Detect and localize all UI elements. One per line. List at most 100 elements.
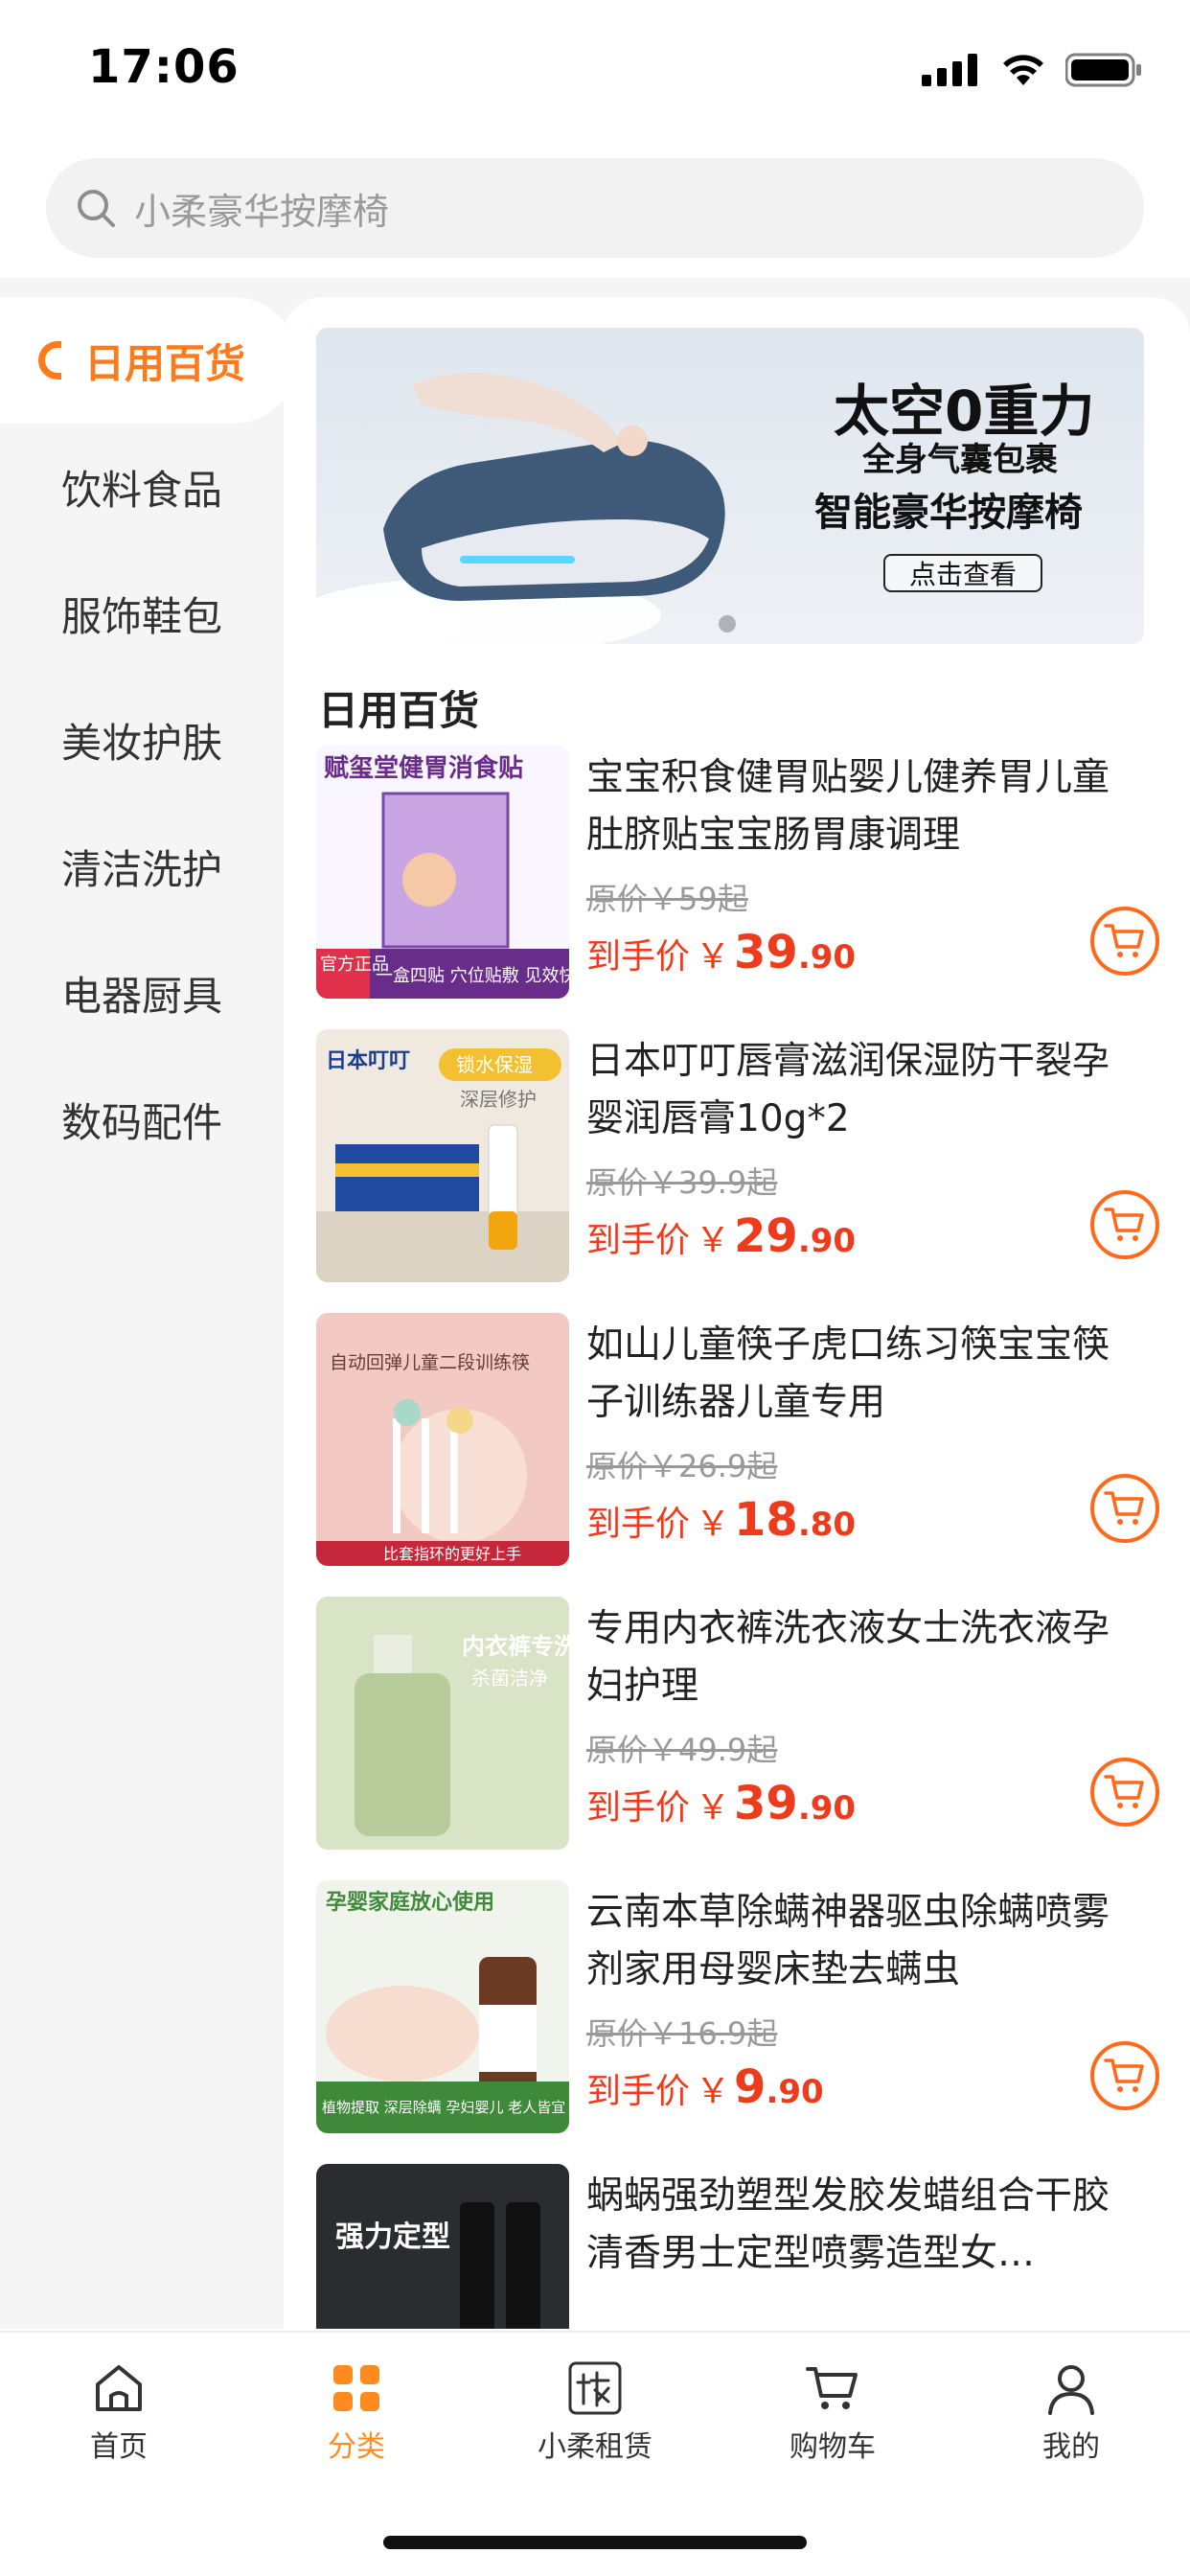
price-label: 到手价	[586, 1788, 691, 1828]
app-screen: 17:06 小柔豪华按摩椅 日用百货 饮料食品 服饰鞋包 美妆护肤 清洁洗护 电…	[0, 0, 1190, 2576]
category-sidebar: 日用百货 饮料食品 服饰鞋包 美妆护肤 清洁洗护 电器厨具 数码配件	[0, 297, 297, 2329]
sidebar-item-label: 美妆护肤	[60, 719, 222, 767]
battery-icon	[1065, 53, 1141, 87]
home-icon	[96, 2365, 142, 2411]
product-image: 日本叮叮 锁水保湿 深层修护	[316, 1029, 569, 1282]
product-item[interactable]: 孕婴家庭放心使用 植物提取 深层除螨 孕妇婴儿 老人皆宜 云南本草除螨神器驱虫除…	[316, 1880, 1159, 2135]
price-decimal: .90	[797, 938, 857, 977]
sidebar-item-food-drinks[interactable]: 饮料食品	[0, 424, 284, 550]
product-item[interactable]: 强力定型 蜗蜗强劲塑型发胶发蜡组合干胶清香男士定型喷雾造型女…	[316, 2164, 1159, 2329]
thumb-brand-text: 赋玺堂健胃消食贴	[324, 753, 523, 783]
cart-icon	[806, 2367, 858, 2409]
price-integer: 39	[734, 926, 798, 979]
product-image: 孕婴家庭放心使用 植物提取 深层除螨 孕妇婴儿 老人皆宜	[316, 1880, 569, 2133]
product-item[interactable]: 赋玺堂健胃消食贴 官方正品 一盒四贴 穴位贴敷 见效快 宝宝积食健胃贴婴儿健养胃…	[316, 746, 1159, 1000]
product-image-art: 孕婴家庭放心使用 植物提取 深层除螨 孕妇婴儿 老人皆宜	[316, 1880, 569, 2133]
category-main-panel: 太空0重力 全身气囊包裹 智能豪华按摩椅 点击查看 日用百货 赋玺堂健胃消食贴	[284, 297, 1190, 2329]
price-decimal: .90	[766, 2073, 824, 2111]
sidebar-item-digital[interactable]: 数码配件	[0, 1056, 284, 1183]
original-price: 原价￥39.9起	[586, 1164, 778, 1201]
banner-cta-button[interactable]: 点击查看	[883, 554, 1042, 592]
add-to-cart-button[interactable]	[1090, 2041, 1159, 2110]
final-price: 到手价 ￥ 29 .90	[586, 1209, 856, 1263]
massage-chair-image	[316, 373, 725, 644]
rental-icon	[568, 2361, 622, 2415]
price-label: 到手价	[586, 937, 691, 977]
thumb-sub-text: 一盒四贴 穴位贴敷 见效快	[376, 966, 569, 986]
currency-symbol: ￥	[696, 2072, 731, 2111]
price-integer: 29	[734, 1209, 798, 1263]
status-time: 17:06	[88, 40, 240, 94]
promo-banner[interactable]: 太空0重力 全身气囊包裹 智能豪华按摩椅 点击查看	[316, 328, 1144, 644]
sidebar-item-apparel[interactable]: 服饰鞋包	[0, 550, 284, 677]
thumb-brand-text: 强力定型	[335, 2220, 450, 2254]
sidebar-item-label: 数码配件	[60, 1098, 222, 1146]
thumb-sub-text: 植物提取 深层除螨 孕妇婴儿 老人皆宜	[322, 2099, 565, 2116]
thumb-brand-text: 内衣裤专洗原液	[462, 1633, 569, 1660]
sidebar-item-label: 清洁洗护	[60, 845, 222, 893]
add-to-cart-button[interactable]	[1090, 1758, 1159, 1827]
thumb-brand-text: 日本叮叮	[326, 1049, 410, 1073]
wifi-icon	[1003, 55, 1043, 85]
product-image: 强力定型	[316, 2164, 569, 2329]
add-to-cart-button[interactable]	[1090, 907, 1159, 976]
price-label: 到手价	[586, 2072, 691, 2111]
cart-icon	[1104, 1491, 1144, 1525]
active-indicator	[38, 341, 61, 380]
tab-profile[interactable]: 我的	[1004, 2361, 1138, 2465]
original-price: 原价￥59起	[586, 881, 748, 917]
product-image-art: 自动回弹儿童二段训练筷 比套指环的更好上手	[316, 1313, 569, 1566]
tab-rental[interactable]: 小柔租赁	[528, 2361, 662, 2465]
category-content: 日用百货 饮料食品 服饰鞋包 美妆护肤 清洁洗护 电器厨具 数码配件 太空0重力…	[0, 278, 1190, 2329]
banner-subline: 全身气囊包裹	[862, 441, 1058, 479]
price-label: 到手价	[586, 1505, 691, 1544]
product-item[interactable]: 日本叮叮 锁水保湿 深层修护 日本叮叮唇膏滋润保湿防干裂孕婴润唇膏10g*2 原…	[316, 1029, 1159, 1284]
tab-home[interactable]: 首页	[52, 2361, 186, 2465]
product-image: 内衣裤专洗原液 杀菌洁净	[316, 1597, 569, 1850]
carousel-indicator	[719, 615, 736, 632]
add-to-cart-button[interactable]	[1090, 1474, 1159, 1543]
currency-symbol: ￥	[696, 937, 731, 977]
sidebar-item-daily-goods[interactable]: 日用百货	[0, 297, 297, 424]
product-title: 宝宝积食健胃贴婴儿健养胃儿童肚脐贴宝宝肠胃康调理	[586, 756, 1110, 857]
price-integer: 18	[734, 1493, 798, 1547]
status-bar: 17:06	[0, 0, 1190, 144]
banner-product-name: 智能豪华按摩椅	[814, 491, 1083, 535]
search-bar[interactable]: 小柔豪华按摩椅	[46, 158, 1144, 258]
tab-label: 分类	[328, 2430, 385, 2464]
original-price: 原价￥16.9起	[586, 2015, 778, 2052]
tab-category[interactable]: 分类	[289, 2361, 423, 2465]
category-icon	[333, 2365, 379, 2411]
product-title: 蜗蜗强劲塑型发胶发蜡组合干胶清香男士定型喷雾造型女…	[586, 2174, 1110, 2275]
final-price: 到手价 ￥ 18 .80	[586, 1493, 856, 1547]
section-title: 日用百货	[318, 687, 480, 734]
search-placeholder: 小柔豪华按摩椅	[134, 190, 390, 233]
currency-symbol: ￥	[696, 1221, 731, 1260]
product-image: 赋玺堂健胃消食贴 官方正品 一盒四贴 穴位贴敷 见效快	[316, 746, 569, 999]
product-title: 云南本草除螨神器驱虫除螨喷雾剂家用母婴床垫去螨虫	[586, 1891, 1110, 1991]
product-item[interactable]: 自动回弹儿童二段训练筷 比套指环的更好上手 如山儿童筷子虎口练习筷宝宝筷子训练器…	[316, 1313, 1159, 1568]
status-icons	[922, 53, 1142, 87]
final-price: 到手价 ￥ 39 .90	[586, 926, 856, 979]
sidebar-item-label: 服饰鞋包	[60, 592, 222, 640]
thumb-sub-text: 比套指环的更好上手	[383, 1545, 521, 1563]
thumb-brand-text: 孕婴家庭放心使用	[326, 1890, 494, 1915]
search-icon	[78, 190, 115, 227]
tab-label: 购物车	[790, 2430, 876, 2464]
product-image-art: 赋玺堂健胃消食贴 官方正品 一盒四贴 穴位贴敷 见效快	[316, 746, 569, 999]
sidebar-item-beauty[interactable]: 美妆护肤	[0, 677, 284, 803]
sidebar-item-appliances[interactable]: 电器厨具	[0, 930, 284, 1056]
add-to-cart-button[interactable]	[1090, 1190, 1159, 1259]
price-label: 到手价	[586, 1221, 691, 1260]
product-image-art: 日本叮叮 锁水保湿 深层修护	[316, 1029, 569, 1282]
price-integer: 39	[734, 1777, 798, 1830]
final-price: 到手价 ￥ 9 .90	[586, 2060, 824, 2114]
cart-icon	[1104, 1208, 1144, 1241]
sidebar-item-cleaning[interactable]: 清洁洗护	[0, 803, 284, 930]
currency-symbol: ￥	[696, 1788, 731, 1828]
home-indicator[interactable]	[383, 2536, 807, 2549]
tab-cart[interactable]: 购物车	[766, 2361, 900, 2465]
product-item[interactable]: 内衣裤专洗原液 杀菌洁净 专用内衣裤洗衣液女士洗衣液孕妇护理 原价￥49.9起 …	[316, 1597, 1159, 1852]
product-title: 日本叮叮唇膏滋润保湿防干裂孕婴润唇膏10g*2	[586, 1040, 1110, 1140]
thumb-brand-text: 自动回弹儿童二段训练筷	[330, 1352, 530, 1373]
